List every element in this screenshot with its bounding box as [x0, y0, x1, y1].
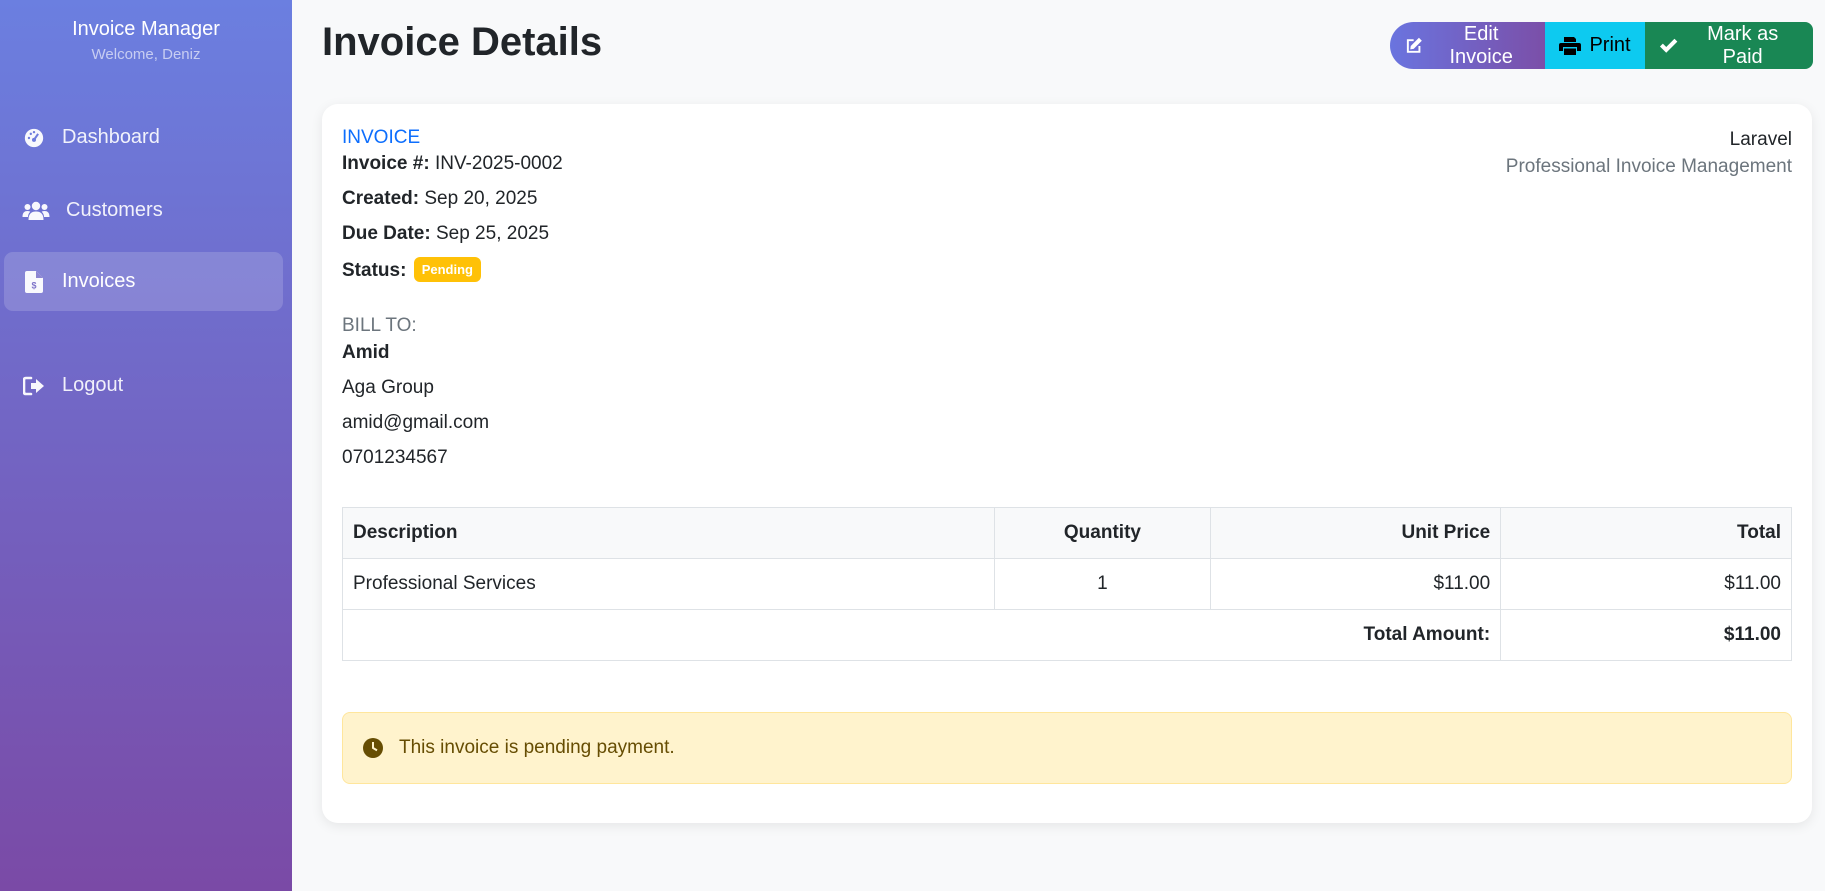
main-content: Invoice Details Edit Invoice Print Mark … — [292, 0, 1825, 891]
print-label: Print — [1589, 34, 1631, 56]
check-icon — [1659, 38, 1678, 53]
company-name: Laravel — [1729, 129, 1792, 150]
invoice-heading: INVOICE — [342, 127, 421, 148]
mark-as-paid-button[interactable]: Mark as Paid — [1645, 22, 1813, 69]
clock-icon — [363, 738, 383, 758]
table-header-row: Description Quantity Unit Price Total — [342, 507, 1792, 559]
file-invoice-icon: $ — [20, 270, 48, 294]
edit-invoice-button[interactable]: Edit Invoice — [1390, 22, 1545, 69]
invoice-number-value: INV-2025-0002 — [434, 153, 563, 174]
created-label: Created: — [342, 188, 420, 209]
alert-message: This invoice is pending payment. — [399, 737, 675, 758]
sidebar-item-label: Logout — [62, 374, 124, 396]
logout-icon — [20, 374, 48, 398]
invoice-status: Status: Pending — [342, 257, 481, 283]
created-value: Sep 20, 2025 — [424, 188, 538, 209]
due-date-label: Due Date: — [342, 223, 431, 244]
column-unit-price: Unit Price — [1210, 507, 1502, 559]
customer-phone: 0701234567 — [342, 447, 448, 468]
company-tagline: Professional Invoice Management — [1505, 156, 1792, 177]
customer-company: Aga Group — [342, 377, 434, 398]
sidebar-item-dashboard[interactable]: Dashboard — [4, 108, 283, 167]
sidebar: Invoice Manager Welcome, Deniz Dashboard… — [0, 0, 292, 891]
column-description: Description — [342, 507, 995, 559]
sidebar-item-label: Dashboard — [62, 126, 160, 148]
sidebar-item-label: Invoices — [62, 270, 136, 292]
invoice-number: Invoice #: INV-2025-0002 — [342, 152, 563, 176]
item-description: Professional Services — [342, 558, 995, 610]
page-title: Invoice Details — [322, 20, 603, 64]
users-icon — [22, 199, 50, 223]
column-quantity: Quantity — [993, 507, 1212, 559]
welcome-text: Welcome, Deniz — [91, 46, 201, 63]
item-total: $11.00 — [1500, 558, 1792, 610]
due-date-value: Sep 25, 2025 — [435, 223, 550, 244]
company-info: Laravel Professional Invoice Management — [1506, 126, 1792, 180]
edit-icon — [1406, 37, 1422, 53]
item-unit-price: $11.00 — [1210, 558, 1502, 610]
edit-invoice-label: Edit Invoice — [1449, 22, 1513, 68]
status-badge: Pending — [413, 257, 481, 282]
item-quantity: 1 — [993, 558, 1212, 610]
total-amount-value: $11.00 — [1500, 609, 1792, 661]
mark-as-paid-label: Mark as Paid — [1707, 22, 1779, 68]
bill-to-label: BILL TO: — [342, 315, 417, 336]
table-row: Professional Services 1 $11.00 $11.00 — [342, 558, 1792, 610]
brand: Invoice Manager Welcome, Deniz — [0, 0, 292, 65]
invoice-card: INVOICE Invoice #: INV-2025-0002 Created… — [322, 104, 1812, 823]
gauge-icon — [20, 126, 48, 150]
invoice-created: Created: Sep 20, 2025 — [342, 187, 537, 211]
invoice-number-label: Invoice #: — [342, 153, 430, 174]
app-title: Invoice Manager — [72, 18, 220, 40]
sidebar-item-logout[interactable]: Logout — [4, 356, 283, 415]
sidebar-item-invoices[interactable]: $ Invoices — [4, 252, 283, 311]
print-button[interactable]: Print — [1545, 22, 1645, 69]
invoice-due-date: Due Date: Sep 25, 2025 — [342, 222, 549, 246]
pending-payment-alert: This invoice is pending payment. — [342, 712, 1792, 784]
printer-icon — [1559, 36, 1582, 55]
customer-name: Amid — [342, 342, 390, 363]
status-label: Status: — [342, 260, 407, 281]
total-row: Total Amount: $11.00 — [341, 609, 1792, 661]
sidebar-item-label: Customers — [66, 199, 163, 221]
customer-email: amid@gmail.com — [342, 412, 490, 433]
action-buttons: Edit Invoice Print Mark as Paid — [1390, 22, 1813, 69]
total-amount-label: Total Amount: — [341, 609, 1502, 661]
column-total: Total — [1500, 507, 1792, 559]
sidebar-item-customers[interactable]: Customers — [4, 181, 283, 240]
invoice-items-table: Description Quantity Unit Price Total Pr… — [341, 507, 1792, 661]
svg-text:$: $ — [31, 280, 36, 290]
